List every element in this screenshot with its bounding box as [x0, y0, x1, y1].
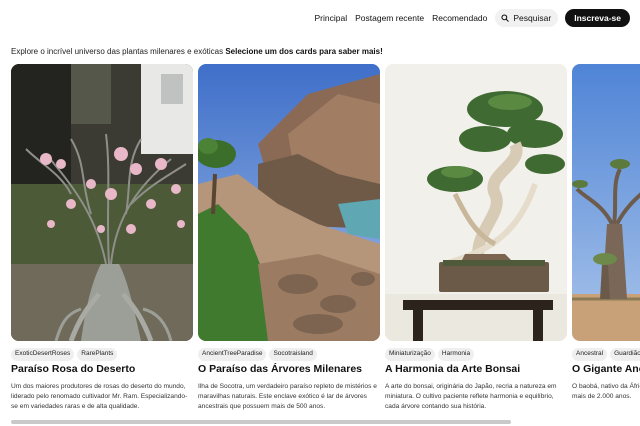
search-icon — [501, 14, 510, 22]
card-tags: Ancestral Guardião — [572, 348, 640, 361]
card-description: A arte do bonsai, originária do Japão, r… — [385, 383, 557, 410]
intro-text-emphasis: Selecione um dos cards para saber mais! — [225, 47, 383, 56]
card-paraiso-rosa[interactable]: ExoticDesertRoses RarePlants Paraíso Ros… — [11, 64, 193, 414]
card-image-desert-rose — [11, 64, 193, 341]
card-title[interactable]: Paraíso Rosa do Deserto — [11, 363, 135, 375]
tag[interactable]: Guardião — [610, 348, 640, 361]
card-description: O baobá, nativo da África, tronco robust… — [572, 383, 640, 400]
card-gigante-ancestral[interactable]: Ancestral Guardião O Gigante Ancestral O… — [572, 64, 640, 414]
card-harmonia-bonsai[interactable]: Miniaturização Harmonia A Harmonia da Ar… — [385, 64, 567, 414]
search-button-label: Pesquisar — [513, 13, 552, 23]
carousel-scrollbar[interactable] — [11, 420, 511, 424]
subscribe-button[interactable]: Inscreva-se — [565, 9, 630, 27]
tag[interactable]: Socotraisland — [269, 348, 317, 361]
tag[interactable]: RarePlants — [77, 348, 118, 361]
intro-text-lead: Explore o incrível universo das plantas … — [11, 47, 226, 56]
card-paraiso-arvores[interactable]: AncientTreeParadise Socotraisland O Para… — [198, 64, 380, 414]
tag[interactable]: AncientTreeParadise — [198, 348, 267, 361]
card-tags: Miniaturização Harmonia — [385, 348, 477, 361]
nav-link-principal[interactable]: Principal — [315, 13, 348, 23]
card-image-socotra — [198, 64, 380, 341]
card-title[interactable]: A Harmonia da Arte Bonsai — [385, 363, 520, 375]
nav-link-postagem-recente[interactable]: Postagem recente — [355, 13, 424, 23]
nav-link-recomendado[interactable]: Recomendado — [432, 13, 487, 23]
intro-text: Explore o incrível universo das plantas … — [11, 47, 383, 56]
tag[interactable]: Harmonia — [437, 348, 475, 361]
tag[interactable]: ExoticDesertRoses — [11, 348, 75, 361]
tag[interactable]: Miniaturização — [385, 348, 435, 361]
tag[interactable]: Ancestral — [572, 348, 608, 361]
search-button[interactable]: Pesquisar — [495, 9, 559, 27]
card-description: Um dos maiores produtores de rosas do de… — [11, 383, 188, 410]
card-title[interactable]: O Gigante Ancestral — [572, 363, 640, 375]
card-tags: AncientTreeParadise Socotraisland — [198, 348, 320, 361]
card-image-baobab — [572, 64, 640, 341]
card-description: Ilha de Socotra, um verdadeiro paraíso r… — [198, 383, 377, 410]
card-title[interactable]: O Paraíso das Árvores Milenares — [198, 363, 362, 375]
cards-carousel[interactable]: ExoticDesertRoses RarePlants Paraíso Ros… — [11, 64, 640, 420]
card-image-bonsai — [385, 64, 567, 341]
top-navigation: Principal Postagem recente Recomendado P… — [315, 9, 630, 27]
card-tags: ExoticDesertRoses RarePlants — [11, 348, 120, 361]
